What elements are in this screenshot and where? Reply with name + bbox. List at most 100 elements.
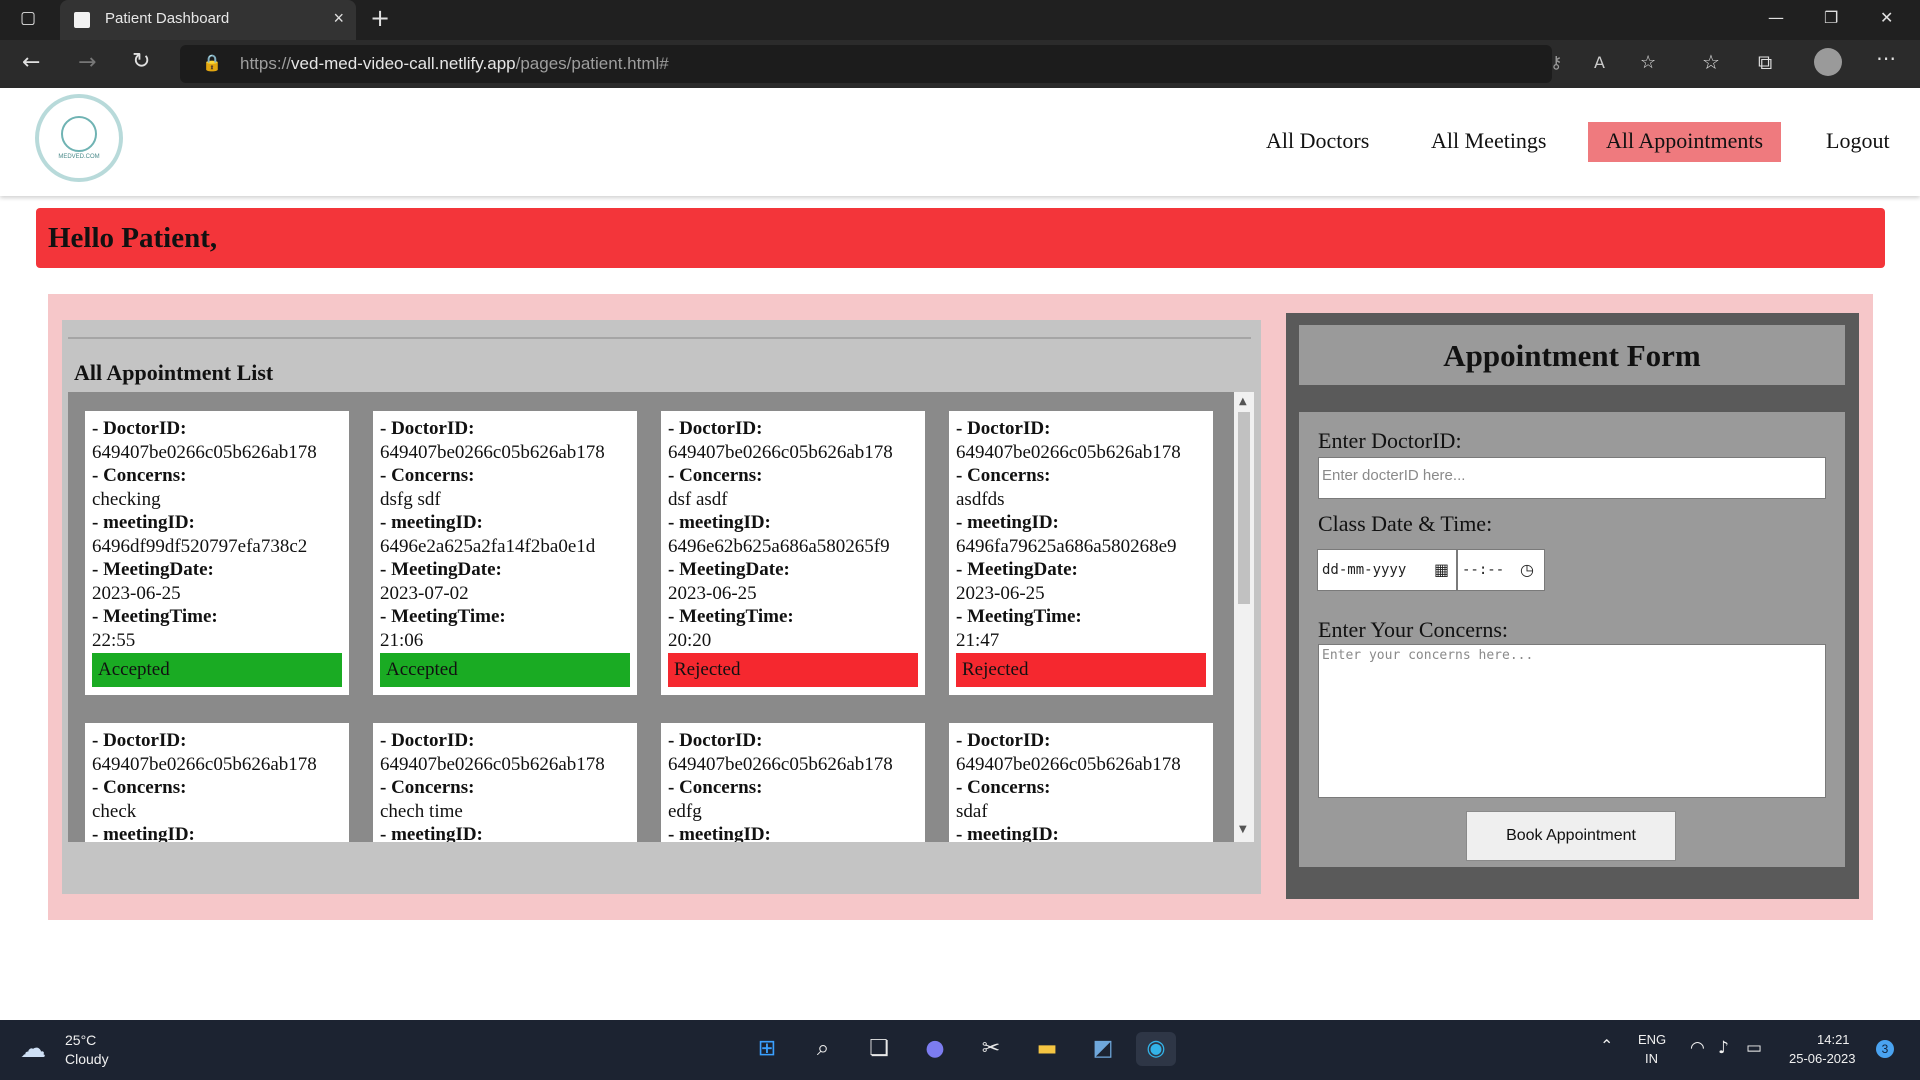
meeting-time-value: 22:55 bbox=[92, 629, 136, 651]
scroll-down-icon[interactable]: ▼ bbox=[1239, 824, 1247, 835]
nav-all-meetings[interactable]: All Meetings bbox=[1431, 122, 1547, 162]
date-placeholder: dd-mm-yyyy bbox=[1322, 562, 1407, 578]
browser-tab[interactable]: Patient Dashboard × bbox=[60, 0, 356, 40]
meeting-id-label: - meetingID: bbox=[668, 824, 771, 842]
back-icon[interactable]: ← bbox=[22, 50, 40, 75]
doctor-id-value: 649407be0266c05b626ab178 bbox=[92, 753, 317, 775]
concerns-label: - Concerns: bbox=[956, 465, 1051, 486]
close-window-icon[interactable]: ✕ bbox=[1880, 8, 1893, 27]
calendar-icon[interactable]: ▦ bbox=[1434, 550, 1449, 590]
doctor-id-value: 649407be0266c05b626ab178 bbox=[668, 753, 893, 775]
tray-chevron-icon[interactable]: ⌃ bbox=[1600, 1036, 1613, 1056]
nav-all-appointments[interactable]: All Appointments bbox=[1588, 122, 1782, 162]
tab-actions-icon[interactable]: ▢ bbox=[20, 8, 36, 28]
meeting-id-label: - meetingID: bbox=[92, 824, 195, 842]
add-favorite-icon[interactable]: ☆ bbox=[1640, 52, 1656, 73]
logo-cross-icon bbox=[61, 116, 97, 152]
snipping-tool-icon[interactable]: ✂ bbox=[974, 1032, 1008, 1066]
meeting-id-label: - meetingID: bbox=[380, 512, 483, 533]
appointment-card: - DoctorID: 649407be0266c05b626ab178 - C… bbox=[949, 723, 1213, 842]
book-appointment-button[interactable]: Book Appointment bbox=[1466, 811, 1676, 861]
favorites-icon[interactable]: ☆ bbox=[1702, 50, 1720, 74]
divider bbox=[68, 337, 1251, 339]
chat-icon[interactable]: ● bbox=[918, 1032, 952, 1066]
windows-start-icon[interactable]: ⊞ bbox=[750, 1032, 784, 1066]
refresh-icon[interactable]: ↻ bbox=[132, 49, 150, 74]
profile-avatar-icon[interactable] bbox=[1814, 48, 1842, 76]
lock-icon[interactable]: 🔒 bbox=[202, 53, 222, 72]
input-region[interactable]: IN bbox=[1645, 1051, 1658, 1066]
meeting-time-label: - MeetingTime: bbox=[92, 606, 218, 627]
appointment-card: - DoctorID: 649407be0266c05b626ab178 - C… bbox=[661, 411, 925, 695]
weather-condition[interactable]: Cloudy bbox=[65, 1051, 109, 1067]
input-language[interactable]: ENG bbox=[1638, 1032, 1666, 1047]
volume-icon[interactable]: ♪ bbox=[1718, 1038, 1729, 1058]
address-bar[interactable]: 🔒 https://ved-med-video-call.netlify.app… bbox=[180, 45, 1656, 83]
concerns-value: checking bbox=[92, 488, 161, 510]
weather-cloud-icon[interactable]: ☁ bbox=[20, 1034, 46, 1064]
minimize-icon[interactable]: — bbox=[1768, 8, 1784, 27]
doctor-id-input[interactable]: Enter docterID here... bbox=[1318, 457, 1826, 499]
meeting-id-label: - meetingID: bbox=[956, 512, 1059, 533]
new-tab-icon[interactable]: + bbox=[370, 4, 390, 32]
restore-icon[interactable]: ❐ bbox=[1824, 8, 1838, 27]
clock-date[interactable]: 25-06-2023 bbox=[1789, 1051, 1856, 1066]
task-view-icon[interactable]: ❏ bbox=[862, 1032, 896, 1066]
tab-title: Patient Dashboard bbox=[105, 10, 230, 27]
concerns-label: - Concerns: bbox=[668, 465, 763, 486]
read-aloud-icon[interactable]: A bbox=[1594, 53, 1605, 72]
clock-icon[interactable]: ◷ bbox=[1520, 550, 1534, 590]
key-icon[interactable]: ⚷ bbox=[1550, 53, 1562, 73]
nav-all-doctors[interactable]: All Doctors bbox=[1266, 122, 1369, 162]
concerns-label: - Concerns: bbox=[380, 777, 475, 798]
sql-tool-icon[interactable]: ◩ bbox=[1086, 1032, 1120, 1066]
url-text[interactable]: https://ved-med-video-call.netlify.app/p… bbox=[240, 54, 669, 74]
appointment-cards-container[interactable]: - DoctorID: 649407be0266c05b626ab178 - C… bbox=[68, 392, 1254, 842]
edge-browser-icon[interactable]: ◉ bbox=[1136, 1032, 1176, 1066]
clock-time[interactable]: 14:21 bbox=[1817, 1032, 1850, 1047]
meeting-id-label: - meetingID: bbox=[668, 512, 771, 533]
doctor-id-label: - DoctorID: bbox=[956, 730, 1051, 751]
search-icon[interactable]: ⌕ bbox=[806, 1032, 840, 1066]
concerns-textarea[interactable]: Enter your concerns here... bbox=[1318, 644, 1826, 798]
browser-toolbar: ← → ↻ 🔒 https://ved-med-video-call.netli… bbox=[0, 40, 1920, 88]
scroll-thumb[interactable] bbox=[1238, 412, 1250, 604]
status-badge: Rejected bbox=[668, 653, 918, 687]
meeting-date-value: 2023-06-25 bbox=[956, 582, 1045, 604]
logo-text: MEDVED.COM bbox=[58, 154, 100, 160]
time-input[interactable]: --:-- ◷ bbox=[1457, 549, 1545, 591]
collections-icon[interactable]: ⧉ bbox=[1758, 50, 1772, 74]
more-menu-icon[interactable]: ⋯ bbox=[1876, 46, 1896, 70]
scroll-up-icon[interactable]: ▲ bbox=[1239, 396, 1247, 407]
concerns-value: sdaf bbox=[956, 800, 988, 822]
wifi-icon[interactable]: ◠ bbox=[1690, 1038, 1705, 1058]
nav-logout[interactable]: Logout bbox=[1826, 122, 1890, 162]
battery-icon[interactable]: ▭ bbox=[1746, 1038, 1762, 1058]
doctor-id-label: - DoctorID: bbox=[956, 418, 1051, 439]
form-title: Appointment Form bbox=[1443, 338, 1701, 373]
meeting-id-label: - meetingID: bbox=[956, 824, 1059, 842]
meeting-id-value: 6496e2a625a2fa14f2ba0e1d bbox=[380, 535, 596, 557]
site-logo[interactable]: MEDVED.COM bbox=[35, 94, 123, 182]
form-header: Appointment Form bbox=[1299, 325, 1845, 385]
forward-icon[interactable]: → bbox=[78, 50, 96, 75]
doctor-id-label: - DoctorID: bbox=[668, 730, 763, 751]
url-scheme: https:// bbox=[240, 54, 292, 73]
doctor-id-value: 649407be0266c05b626ab178 bbox=[668, 441, 893, 463]
meeting-time-label: - MeetingTime: bbox=[668, 606, 794, 627]
list-scrollbar[interactable]: ▲ ▼ bbox=[1234, 392, 1254, 842]
appointment-card: - DoctorID: 649407be0266c05b626ab178 - C… bbox=[661, 723, 925, 842]
meeting-date-label: - MeetingDate: bbox=[956, 559, 1078, 580]
notification-badge[interactable]: 3 bbox=[1876, 1040, 1894, 1058]
temperature[interactable]: 25°C bbox=[65, 1032, 96, 1048]
url-host: ved-med-video-call.netlify.app bbox=[291, 54, 516, 73]
tab-close-icon[interactable]: × bbox=[333, 8, 344, 29]
appointment-list-title: All Appointment List bbox=[74, 360, 274, 385]
doctor-id-value: 649407be0266c05b626ab178 bbox=[92, 441, 317, 463]
concerns-value: check bbox=[92, 800, 137, 822]
concerns-value: dsfg sdf bbox=[380, 488, 441, 510]
file-explorer-icon[interactable]: ▬ bbox=[1030, 1032, 1064, 1066]
concerns-label: - Concerns: bbox=[92, 465, 187, 486]
os-taskbar: ☁ 25°C Cloudy ⌃ ENG IN ◠ ♪ ▭ 14:21 25-06… bbox=[0, 1020, 1920, 1080]
date-input[interactable]: dd-mm-yyyy ▦ bbox=[1317, 549, 1457, 591]
